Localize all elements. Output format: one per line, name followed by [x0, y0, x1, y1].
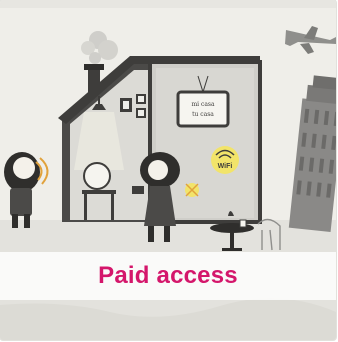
title-band: Paid access: [0, 252, 336, 300]
sign-line-2: tu casa: [192, 111, 214, 118]
wifi-badge-text: WiFi: [218, 163, 233, 170]
card-title: Paid access: [98, 262, 238, 289]
wifi-icon: WiFi: [211, 146, 239, 174]
paid-access-card[interactable]: mi casa tu casa WiFi Paid access: [0, 0, 336, 340]
sign-line-1: mi casa: [191, 101, 215, 108]
